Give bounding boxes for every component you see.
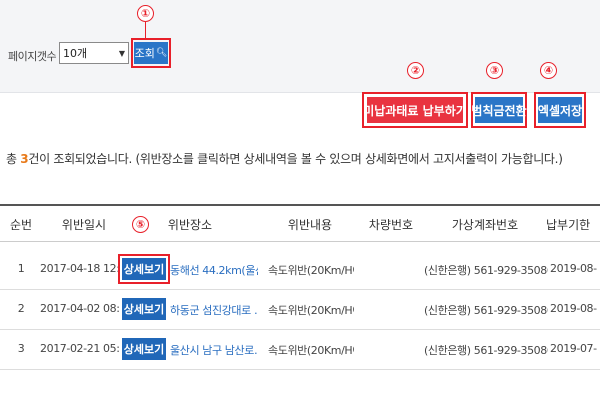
row-place-link[interactable]: 울산시 남구 남산로… [170,342,258,358]
search-button[interactable]: 조회 🔍︎ [134,42,168,64]
summary-prefix: 총 [6,152,21,166]
callout-1: ① [137,5,154,22]
row-account: (신한은행) 561-929-35086861 [424,304,548,317]
result-summary: 총 3건이 조회되었습니다. (위반장소를 클릭하면 상세내역을 볼 수 있으며… [6,150,563,167]
table-header: 순번 위반일시 위반장소 위반내용 차량번호 가상계좌번호 납부기한 [0,204,600,242]
header-account: 가상계좌번호 [451,218,519,232]
header-due: 납부기한 [546,218,591,232]
table-row: 1 2017-04-18 12:22 상세보기 동해선 44.2km(울산… 속… [0,250,600,290]
row-datetime: 2017-04-18 12:22 [40,262,120,275]
table-row: 3 2017-02-21 05:42 상세보기 울산시 남구 남산로… 속도위반… [0,330,600,370]
row-no: 2 [17,302,25,315]
detail-view-button[interactable]: 상세보기 [122,338,166,360]
table-row: 2 2017-04-02 08:09 상세보기 하동군 섬진강대로 … 속도위반… [0,290,600,330]
violations-table: 순번 위반일시 위반장소 위반내용 차량번호 가상계좌번호 납부기한 ⑤ 1 2… [0,204,600,398]
row-content: 속도위반(20Km/H이하) [268,304,354,317]
callout-3: ③ [486,62,503,79]
row-no: 1 [17,262,25,275]
row-place-link[interactable]: 동해선 44.2km(울산… [170,262,258,278]
callout-1-line [145,22,146,38]
row-account: (신한은행) 561-929-35086880 [424,344,548,357]
row-due: 2019-08- [550,262,597,275]
header-place: 위반장소 [167,218,213,232]
detail-view-button[interactable]: 상세보기 [122,258,166,280]
summary-text: 건이 조회되었습니다. (위반장소를 클릭하면 상세내역을 볼 수 있으며 상세… [28,152,563,166]
convert-to-fine-button[interactable]: 범칙금전환 [471,97,527,123]
excel-save-button[interactable]: 엑셀저장 [538,97,582,123]
unpaid-pay-button[interactable]: 미납과태료 납부하기 [363,97,467,123]
row-due: 2019-07- [550,342,597,355]
row-no: 3 [17,342,25,355]
header-plate: 차량번호 [368,218,414,232]
row-account: (신한은행) 561-929-35086840 [424,264,548,277]
per-page-label: 페이지갯수 [8,50,57,63]
magnifier-icon: 🔍︎ [155,48,168,58]
header-datetime: 위반일시 [61,218,107,232]
header-content: 위반내용 [287,218,333,232]
callout-4: ④ [540,62,557,79]
row-datetime: 2017-04-02 08:09 [40,302,120,315]
row-content: 속도위반(20Km/H이하) [268,344,354,357]
callout-2: ② [407,62,424,79]
callout-5: ⑤ [132,216,149,233]
row-place-link[interactable]: 하동군 섬진강대로 … [170,302,258,318]
row-datetime: 2017-02-21 05:42 [40,342,120,355]
row-due: 2019-08- [550,302,597,315]
row-content: 속도위반(20Km/H이하) [268,264,354,277]
search-button-label: 조회 [134,47,155,60]
detail-view-button[interactable]: 상세보기 [122,298,166,320]
chevron-down-icon: ▼ [118,48,126,58]
per-page-value: 10개 [63,47,88,60]
per-page-select[interactable]: 10개 ▼ [59,42,129,64]
header-no: 순번 [9,218,33,232]
